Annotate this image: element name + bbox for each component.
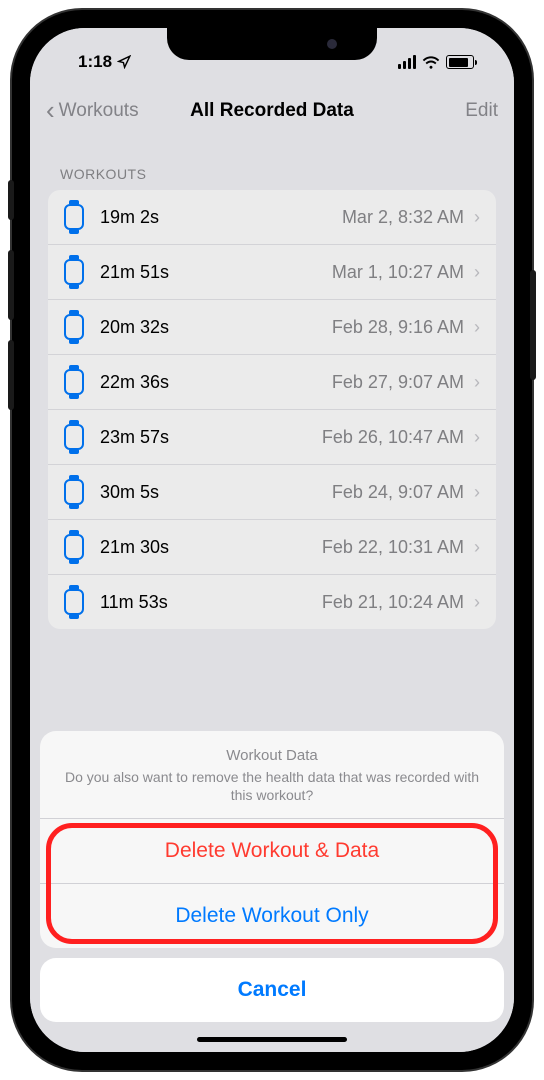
phone-frame: 1:18 ‹ Worko	[12, 10, 532, 1070]
delete-workout-data-button[interactable]: Delete Workout & Data	[40, 819, 504, 884]
notch	[167, 28, 377, 60]
side-button	[8, 340, 14, 410]
signal-icon	[398, 55, 416, 69]
sheet-message: Do you also want to remove the health da…	[60, 768, 484, 804]
status-left: 1:18	[60, 52, 131, 72]
side-button	[8, 180, 14, 220]
cancel-button[interactable]: Cancel	[40, 958, 504, 1022]
side-button	[530, 270, 536, 380]
action-group: Delete Workout & Data Delete Workout Onl…	[40, 819, 504, 948]
status-time: 1:18	[78, 52, 112, 72]
sheet-header: Workout Data Do you also want to remove …	[40, 731, 504, 819]
battery-icon	[446, 55, 474, 69]
home-indicator[interactable]	[197, 1037, 347, 1042]
wifi-icon	[422, 55, 440, 69]
action-sheet-overlay[interactable]: Workout Data Do you also want to remove …	[30, 28, 514, 1052]
camera-dot	[327, 39, 337, 49]
location-icon	[117, 55, 131, 69]
action-sheet: Workout Data Do you also want to remove …	[40, 731, 504, 948]
status-right	[398, 55, 484, 69]
side-button	[8, 250, 14, 320]
screen: 1:18 ‹ Worko	[30, 28, 514, 1052]
sheet-title: Workout Data	[60, 747, 484, 764]
delete-workout-only-button[interactable]: Delete Workout Only	[40, 884, 504, 948]
